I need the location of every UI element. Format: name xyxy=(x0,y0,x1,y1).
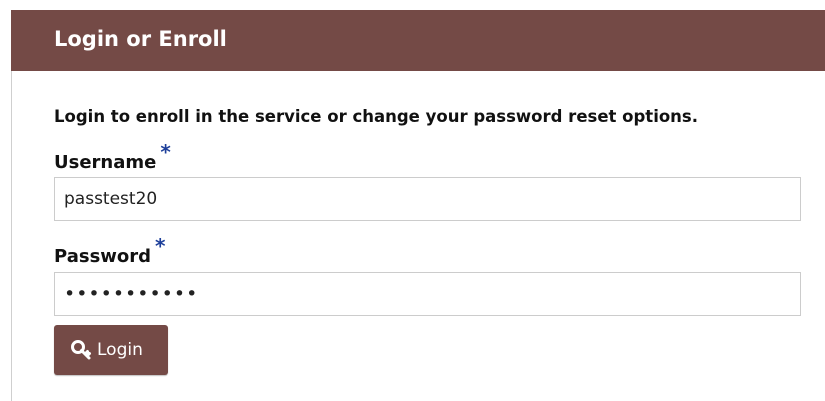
password-input[interactable] xyxy=(54,272,801,316)
panel-header: Login or Enroll xyxy=(11,10,825,71)
username-input[interactable] xyxy=(54,177,801,221)
username-label-text: Username xyxy=(54,152,157,173)
panel-title: Login or Enroll xyxy=(54,27,227,51)
login-panel: Login or Enroll Login to enroll in the s… xyxy=(11,10,825,401)
required-marker: * xyxy=(160,140,171,164)
login-button[interactable]: Login xyxy=(54,325,168,375)
username-label: Username * xyxy=(54,140,171,175)
login-button-label: Login xyxy=(97,340,143,360)
required-marker: * xyxy=(155,234,166,258)
password-label-text: Password xyxy=(54,246,152,267)
key-icon xyxy=(70,339,92,361)
password-label: Password * xyxy=(54,234,166,269)
intro-text: Login to enroll in the service or change… xyxy=(54,107,699,126)
